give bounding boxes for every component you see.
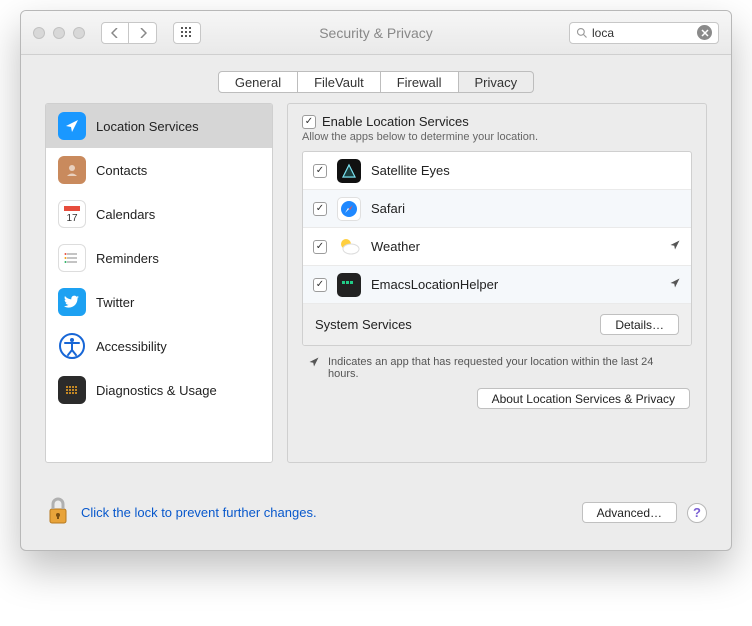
lock-hint-text[interactable]: Click the lock to prevent further change… <box>81 505 317 520</box>
app-checkbox[interactable]: ✓ <box>313 202 327 216</box>
footer: Click the lock to prevent further change… <box>21 483 731 550</box>
app-checkbox[interactable]: ✓ <box>313 278 327 292</box>
weather-icon <box>337 235 361 259</box>
app-row: ✓ Satellite Eyes <box>303 152 691 190</box>
helper-text: Allow the apps below to determine your l… <box>302 131 692 143</box>
app-checkbox[interactable]: ✓ <box>313 240 327 254</box>
sidebar-item-label: Reminders <box>96 251 159 266</box>
app-name: Weather <box>371 239 420 254</box>
emacs-location-helper-icon <box>337 273 361 297</box>
privacy-category-list: Location Services Contacts 17 Calendars … <box>45 103 273 463</box>
app-checkbox[interactable]: ✓ <box>313 164 327 178</box>
app-name: Safari <box>371 201 405 216</box>
content-panel: ✓ Enable Location Services Allow the app… <box>287 103 707 463</box>
grid-icon <box>181 27 193 39</box>
enable-location-label: Enable Location Services <box>322 114 469 129</box>
about-location-services-button[interactable]: About Location Services & Privacy <box>477 388 690 409</box>
lock-icon[interactable] <box>45 495 71 530</box>
svg-text:17: 17 <box>66 213 78 224</box>
minimize-window-button[interactable] <box>53 27 65 39</box>
tab-filevault[interactable]: FileVault <box>298 71 381 93</box>
accessibility-icon <box>58 332 86 360</box>
twitter-icon <box>58 288 86 316</box>
recent-indicator-note: Indicates an app that has requested your… <box>302 346 692 384</box>
sidebar-item-twitter[interactable]: Twitter <box>46 280 272 324</box>
recent-location-indicator-icon <box>669 239 681 254</box>
forward-button[interactable] <box>129 22 157 44</box>
back-button[interactable] <box>101 22 129 44</box>
app-row: ✓ Safari <box>303 190 691 228</box>
recent-location-indicator-icon <box>669 277 681 292</box>
sidebar-item-label: Diagnostics & Usage <box>96 383 217 398</box>
app-name: Satellite Eyes <box>371 163 450 178</box>
tab-firewall[interactable]: Firewall <box>381 71 459 93</box>
help-button[interactable]: ? <box>687 503 707 523</box>
sidebar-item-label: Accessibility <box>96 339 167 354</box>
zoom-window-button[interactable] <box>73 27 85 39</box>
close-window-button[interactable] <box>33 27 45 39</box>
show-all-button[interactable] <box>173 22 201 44</box>
app-list: ✓ Satellite Eyes ✓ Safari ✓ <box>302 151 692 346</box>
tab-bar: General FileVault Firewall Privacy <box>21 55 731 103</box>
app-name: EmacsLocationHelper <box>371 277 498 292</box>
enable-location-row: ✓ Enable Location Services <box>302 114 692 129</box>
location-arrow-icon <box>58 112 86 140</box>
sidebar-item-diagnostics[interactable]: Diagnostics & Usage <box>46 368 272 412</box>
sidebar-item-label: Twitter <box>96 295 134 310</box>
search-value: loca <box>592 26 693 40</box>
note-text: Indicates an app that has requested your… <box>328 356 686 380</box>
diagnostics-icon <box>58 376 86 404</box>
safari-icon <box>337 197 361 221</box>
enable-location-checkbox[interactable]: ✓ <box>302 115 316 129</box>
app-row: ✓ Weather <box>303 228 691 266</box>
close-icon <box>701 29 709 37</box>
satellite-eyes-icon <box>337 159 361 183</box>
sidebar-item-reminders[interactable]: Reminders <box>46 236 272 280</box>
search-icon <box>576 27 588 39</box>
sidebar-item-accessibility[interactable]: Accessibility <box>46 324 272 368</box>
system-services-label: System Services <box>315 317 412 332</box>
main-area: Location Services Contacts 17 Calendars … <box>21 103 731 483</box>
sidebar-item-label: Location Services <box>96 119 199 134</box>
advanced-button[interactable]: Advanced… <box>582 502 677 523</box>
traffic-lights <box>33 27 85 39</box>
sidebar-item-calendars[interactable]: 17 Calendars <box>46 192 272 236</box>
location-arrow-icon <box>308 356 320 380</box>
contacts-icon <box>58 156 86 184</box>
system-services-row: System Services Details… <box>303 304 691 345</box>
sidebar-item-location-services[interactable]: Location Services <box>46 104 272 148</box>
sidebar-item-label: Calendars <box>96 207 155 222</box>
tab-privacy[interactable]: Privacy <box>459 71 535 93</box>
search-field[interactable]: loca <box>569 22 719 44</box>
sidebar-item-label: Contacts <box>96 163 147 178</box>
tab-general[interactable]: General <box>218 71 298 93</box>
nav-buttons <box>101 22 157 44</box>
reminders-icon <box>58 244 86 272</box>
clear-search-button[interactable] <box>697 25 712 40</box>
tab-segmented-control: General FileVault Firewall Privacy <box>218 71 534 93</box>
sidebar-item-contacts[interactable]: Contacts <box>46 148 272 192</box>
window-titlebar: Security & Privacy loca <box>21 11 731 55</box>
app-row: ✓ EmacsLocationHelper <box>303 266 691 304</box>
preferences-window: Security & Privacy loca General FileVaul… <box>20 10 732 551</box>
calendar-icon: 17 <box>58 200 86 228</box>
details-button[interactable]: Details… <box>600 314 679 335</box>
